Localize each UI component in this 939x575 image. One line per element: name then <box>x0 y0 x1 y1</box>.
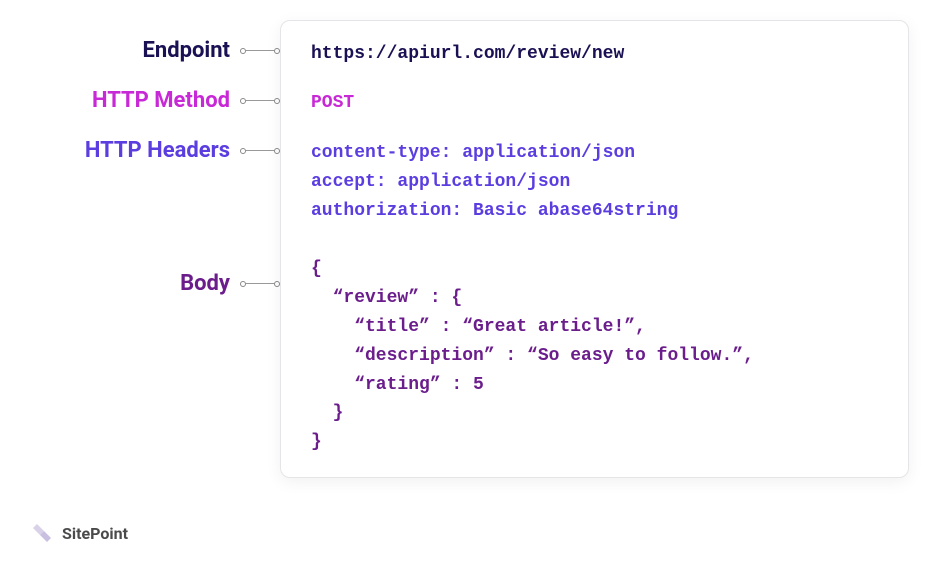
line-icon <box>246 150 274 151</box>
label-method: HTTP Method <box>92 88 230 113</box>
connector-endpoint <box>240 48 280 54</box>
method-value: POST <box>311 90 878 117</box>
header-accept: accept: application/json <box>311 168 878 197</box>
line-icon <box>246 283 274 284</box>
request-card: https://apiurl.com/review/new POST conte… <box>280 20 909 478</box>
label-endpoint: Endpoint <box>143 38 230 63</box>
line-icon <box>246 100 274 101</box>
header-authorization: authorization: Basic abase64string <box>311 197 878 226</box>
brand-name: SitePoint <box>62 524 128 543</box>
label-headers: HTTP Headers <box>85 138 230 163</box>
label-column: Endpoint HTTP Method HTTP Headers <box>20 20 280 296</box>
header-content-type: content-type: application/json <box>311 139 878 168</box>
endpoint-value: https://apiurl.com/review/new <box>311 41 878 68</box>
connector-method <box>240 98 280 104</box>
label-headers-row: HTTP Headers <box>20 138 280 163</box>
connector-body <box>240 281 280 287</box>
body-block: { “review” : { “title” : “Great article!… <box>311 255 878 457</box>
line-icon <box>246 50 274 51</box>
headers-block: content-type: application/json accept: a… <box>311 139 878 225</box>
connector-headers <box>240 148 280 154</box>
label-body-row: Body <box>20 271 280 296</box>
label-endpoint-row: Endpoint <box>20 38 280 63</box>
brand-logo: SitePoint <box>30 521 128 545</box>
label-body: Body <box>180 271 230 296</box>
diagram-container: Endpoint HTTP Method HTTP Headers <box>20 20 909 478</box>
sitepoint-icon <box>30 521 54 545</box>
label-method-row: HTTP Method <box>20 88 280 113</box>
